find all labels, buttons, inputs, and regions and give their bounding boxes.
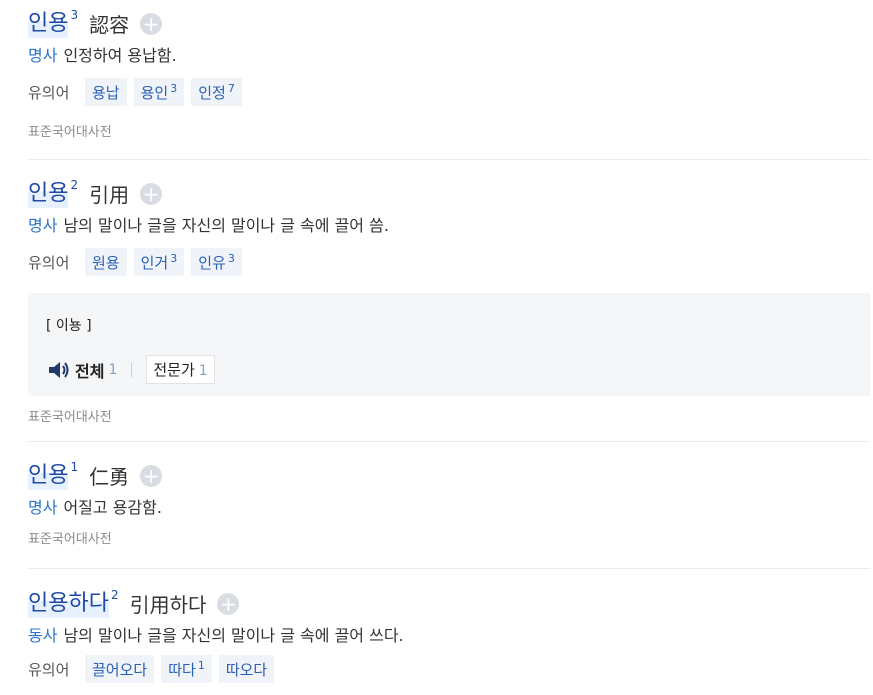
definition-text: 인정하여 용납함.	[63, 46, 177, 65]
dict-entry-3: 인용 1 仁勇 + 명사 어질고 용감함. 표준국어대사전	[28, 460, 870, 547]
homonym-number: 1	[70, 460, 79, 474]
headword[interactable]: 인용	[28, 10, 69, 38]
definition-text: 남의 말이나 글을 자신의 말이나 글 속에 끌어 씀.	[63, 216, 389, 235]
synonym-chip[interactable]: 끌어오다	[85, 655, 155, 683]
dictionary-source[interactable]: 표준국어대사전	[28, 528, 870, 547]
homonym-number: 2	[110, 588, 119, 602]
speaker-icon[interactable]	[48, 361, 70, 379]
synonym-chip[interactable]: 원용	[85, 248, 127, 276]
pronunciation-box: [ 이뇽 ] 전체 1 전문가 1	[28, 293, 870, 396]
homonym-number: 3	[70, 8, 79, 22]
synonym-row: 유의어 끌어오다 따다 1 따오다	[28, 654, 870, 684]
pronunciation-text: [ 이뇽 ]	[46, 318, 92, 334]
synonym-chip[interactable]: 용납	[85, 78, 127, 106]
synonym-label: 유의어	[28, 83, 70, 102]
part-of-speech: 명사	[28, 46, 58, 65]
add-to-wordbook-icon[interactable]: +	[217, 593, 240, 615]
hanja: 引用	[89, 183, 130, 207]
definition: 명사 남의 말이나 글을 자신의 말이나 글 속에 끌어 씀.	[28, 214, 870, 238]
headword[interactable]: 인용	[28, 462, 69, 490]
add-to-wordbook-icon[interactable]: +	[140, 13, 163, 35]
synonym-chip[interactable]: 따오다	[218, 655, 275, 683]
definition-text: 남의 말이나 글을 자신의 말이나 글 속에 끌어 쓰다.	[63, 626, 404, 645]
definition-text: 어질고 용감함.	[63, 498, 162, 517]
divider	[28, 159, 870, 160]
dictionary-source[interactable]: 표준국어대사전	[28, 406, 870, 425]
part-of-speech: 동사	[28, 626, 58, 645]
pronunciation-tab-expert[interactable]: 전문가 1	[146, 355, 215, 384]
synonym-chip[interactable]: 인거 3	[133, 248, 185, 276]
dict-entry-2: 인용 2 引用 + 명사 남의 말이나 글을 자신의 말이나 글 속에 끌어 씀.…	[28, 178, 870, 425]
divider	[28, 568, 870, 569]
synonym-chip[interactable]: 용인 3	[133, 78, 185, 106]
definition: 동사 남의 말이나 글을 자신의 말이나 글 속에 끌어 쓰다.	[28, 624, 870, 648]
synonym-row: 유의어 용납 용인 3 인정 7	[28, 77, 870, 107]
divider	[28, 441, 870, 442]
add-to-wordbook-icon[interactable]: +	[140, 465, 163, 487]
headword[interactable]: 인용	[28, 180, 69, 208]
pronunciation-tab-all[interactable]: 전체 1	[48, 358, 117, 382]
dict-entry-4: 인용하다 2 引用하다 + 동사 남의 말이나 글을 자신의 말이나 글 속에 끌…	[28, 588, 870, 684]
add-to-wordbook-icon[interactable]: +	[140, 183, 163, 205]
part-of-speech: 명사	[28, 498, 58, 517]
headword[interactable]: 인용하다	[28, 590, 109, 618]
definition: 명사 어질고 용감함.	[28, 496, 870, 520]
part-of-speech: 명사	[28, 216, 58, 235]
pronunciation-tabs: 전체 1 전문가 1	[48, 355, 215, 384]
synonym-chip[interactable]: 인유 3	[191, 248, 242, 276]
definition: 명사 인정하여 용납함.	[28, 44, 870, 68]
hanja: 認容	[89, 13, 130, 37]
synonym-chip[interactable]: 인정 7	[191, 78, 242, 106]
homonym-number: 2	[70, 178, 79, 192]
synonym-chip[interactable]: 따다 1	[161, 655, 212, 683]
dictionary-source[interactable]: 표준국어대사전	[28, 121, 870, 140]
hanja: 引用하다	[129, 593, 207, 617]
synonym-label: 유의어	[28, 660, 70, 679]
synonym-label: 유의어	[28, 253, 70, 272]
dict-entry-1: 인용 3 認容 + 명사 인정하여 용납함. 유의어 용납 용인 3 인정 7 표준국…	[28, 8, 870, 140]
synonym-row: 유의어 원용 인거 3 인유 3	[28, 247, 870, 277]
hanja: 仁勇	[89, 465, 130, 489]
tab-separator	[131, 362, 133, 377]
